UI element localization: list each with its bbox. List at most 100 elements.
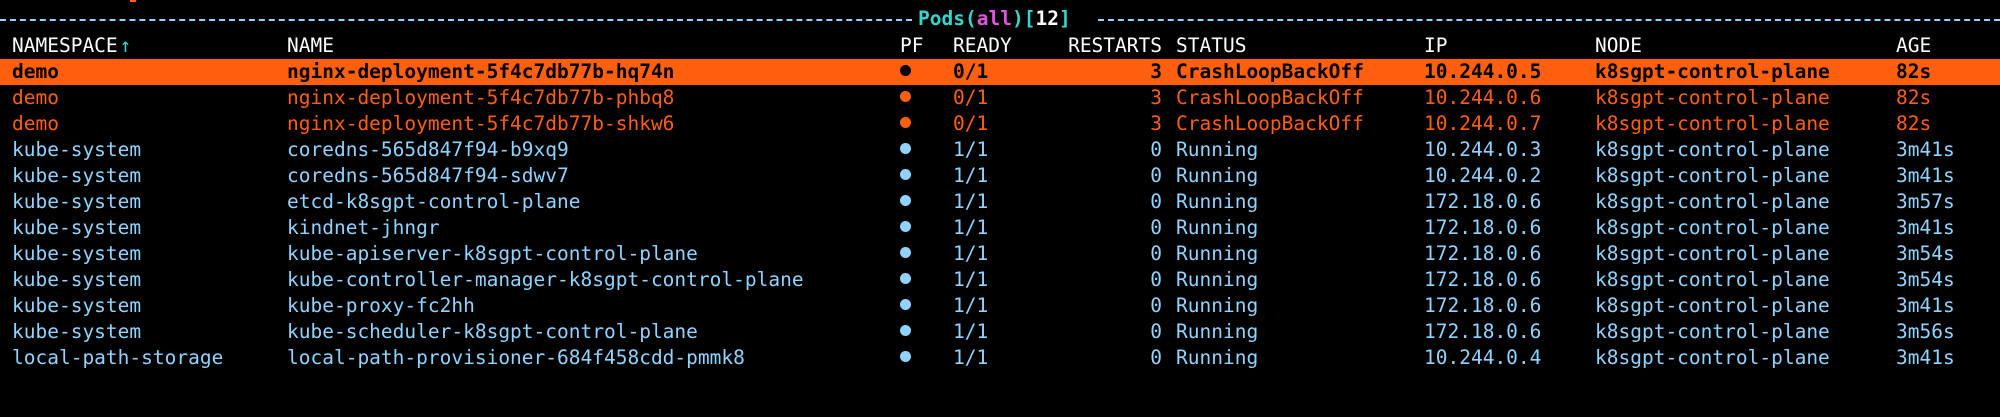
view-title: Pods(all)[12] <box>918 6 1071 32</box>
pod-namespace: kube-system <box>12 190 142 213</box>
view-name: Pods <box>918 7 965 30</box>
column-header-pf[interactable]: PF <box>900 33 923 59</box>
pod-age: 3m54s <box>1896 242 1955 265</box>
pod-name: coredns-565d847f94-sdwv7 <box>287 164 569 187</box>
pod-name: kindnet-jhngr <box>287 216 440 239</box>
pod-ready: 1/1 <box>953 320 989 343</box>
pod-namespace: local-path-storage <box>12 346 224 369</box>
pod-node: k8sgpt-control-plane <box>1595 268 1830 291</box>
table-row[interactable]: kube-system coredns-565d847f94-sdwv7 1/1 0 R… <box>0 163 2000 189</box>
column-header-namespace-label: NAMESPACE <box>12 34 118 57</box>
pod-ip: 172.18.0.6 <box>1424 294 1542 317</box>
column-header-node[interactable]: NODE <box>1595 33 1642 59</box>
status-dot-icon <box>900 247 911 258</box>
pod-ready: 1/1 <box>953 164 989 187</box>
status-dot-icon <box>900 195 911 206</box>
table-row[interactable]: kube-system kube-controller-manager-k8sgp… <box>0 267 2000 293</box>
port-forward-indicator <box>900 319 911 345</box>
scope-close-paren: ) <box>1011 7 1024 30</box>
port-forward-indicator <box>900 189 911 215</box>
pod-name: kube-proxy-fc2hh <box>287 294 475 317</box>
table-row[interactable]: kube-system coredns-565d847f94-b9xq9 1/1 0 R… <box>0 137 2000 163</box>
pod-age: 82s <box>1896 112 1932 135</box>
pod-namespace: demo <box>12 86 59 109</box>
table-row[interactable]: demo nginx-deployment-5f4c7db77b-phbq8 0/1… <box>0 85 2000 111</box>
pod-namespace: kube-system <box>12 164 142 187</box>
pod-ready: 1/1 <box>953 190 989 213</box>
column-header-age[interactable]: AGE <box>1896 33 1931 59</box>
port-forward-indicator <box>900 345 911 371</box>
pod-ip: 10.244.0.3 <box>1424 138 1542 161</box>
pod-name: local-path-provisioner-684f458cdd-pmmk8 <box>287 346 745 369</box>
view-scope: all <box>976 7 1012 30</box>
pod-ready: 0/1 <box>953 112 989 135</box>
table-row[interactable]: kube-system kube-proxy-fc2hh 1/1 0 Running 17… <box>0 293 2000 319</box>
pod-node: k8sgpt-control-plane <box>1595 138 1830 161</box>
pod-restarts: 0 <box>1150 216 1162 239</box>
pod-status: Running <box>1176 164 1259 187</box>
pod-name: etcd-k8sgpt-control-plane <box>287 190 581 213</box>
pod-name: kube-apiserver-k8sgpt-control-plane <box>287 242 698 265</box>
status-dot-icon <box>900 143 911 154</box>
pod-ready: 1/1 <box>953 346 989 369</box>
title-rule-left <box>0 19 912 21</box>
pod-ready: 0/1 <box>953 86 989 109</box>
table-row[interactable]: local-path-storage local-path-provisioner… <box>0 345 2000 371</box>
column-header-namespace[interactable]: NAMESPACE ↑ <box>12 33 131 59</box>
pod-restarts: 3 <box>1150 60 1162 83</box>
port-forward-indicator <box>900 137 911 163</box>
pod-restarts: 0 <box>1150 190 1162 213</box>
pod-status: Running <box>1176 242 1259 265</box>
status-dot-icon <box>900 221 911 232</box>
pod-status: Running <box>1176 346 1259 369</box>
pod-age: 3m56s <box>1896 320 1955 343</box>
pod-status: Running <box>1176 294 1259 317</box>
pod-name: nginx-deployment-5f4c7db77b-phbq8 <box>287 86 675 109</box>
table-row[interactable]: kube-system kindnet-jhngr 1/1 0 Running 172.1… <box>0 215 2000 241</box>
pod-name: nginx-deployment-5f4c7db77b-hq74n <box>287 60 675 83</box>
pod-status: Running <box>1176 138 1259 161</box>
status-dot-icon <box>900 117 911 128</box>
column-header-ip[interactable]: IP <box>1424 33 1447 59</box>
pod-restarts: 0 <box>1150 294 1162 317</box>
pod-restarts: 0 <box>1150 346 1162 369</box>
status-dot-icon <box>900 273 911 284</box>
pods-table-body: demo nginx-deployment-5f4c7db77b-hq74n 0/1… <box>0 59 2000 371</box>
pod-node: k8sgpt-control-plane <box>1595 60 1830 83</box>
pod-status: Running <box>1176 268 1259 291</box>
status-dot-icon <box>900 351 911 362</box>
pod-status: CrashLoopBackOff <box>1176 60 1364 83</box>
table-row[interactable]: demo nginx-deployment-5f4c7db77b-shkw6 0/1… <box>0 111 2000 137</box>
pod-ready: 1/1 <box>953 138 989 161</box>
column-header-ready[interactable]: READY <box>953 33 1012 59</box>
column-header-status[interactable]: STATUS <box>1176 33 1246 59</box>
title-rule-right <box>1098 19 2000 21</box>
pod-namespace: kube-system <box>12 138 142 161</box>
pod-age: 3m41s <box>1896 294 1955 317</box>
pod-namespace: demo <box>12 60 59 83</box>
pod-restarts: 0 <box>1150 164 1162 187</box>
pod-namespace: kube-system <box>12 242 142 265</box>
column-header-restarts[interactable]: RESTARTS <box>1058 33 1162 59</box>
status-dot-icon <box>900 325 911 336</box>
column-header-name[interactable]: NAME <box>287 33 334 59</box>
pod-status: Running <box>1176 216 1259 239</box>
pod-age: 82s <box>1896 60 1932 83</box>
pod-age: 3m57s <box>1896 190 1955 213</box>
port-forward-indicator <box>900 215 911 241</box>
pod-age: 3m41s <box>1896 346 1955 369</box>
pod-ip: 172.18.0.6 <box>1424 320 1542 343</box>
pod-restarts: 3 <box>1150 86 1162 109</box>
pod-ready: 1/1 <box>953 268 989 291</box>
port-forward-indicator <box>900 163 911 189</box>
pod-node: k8sgpt-control-plane <box>1595 164 1830 187</box>
table-row-selected[interactable]: demo nginx-deployment-5f4c7db77b-hq74n 0/1… <box>0 59 2000 85</box>
table-row[interactable]: kube-system kube-apiserver-k8sgpt-control… <box>0 241 2000 267</box>
pod-node: k8sgpt-control-plane <box>1595 294 1830 317</box>
table-row[interactable]: kube-system kube-scheduler-k8sgpt-control… <box>0 319 2000 345</box>
count-close-bracket: ] <box>1058 7 1071 30</box>
sort-ascending-icon: ↑ <box>119 34 132 57</box>
status-dot-icon <box>900 169 911 180</box>
table-row[interactable]: kube-system etcd-k8sgpt-control-plane 1/1 0… <box>0 189 2000 215</box>
prompt-fragment <box>130 0 136 2</box>
